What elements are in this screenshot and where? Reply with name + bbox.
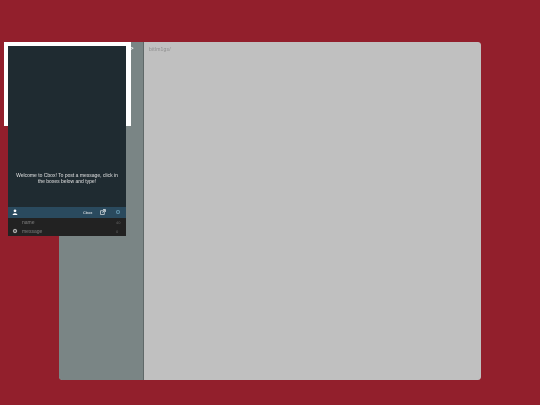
cbox-link[interactable]: Cbox — [83, 210, 92, 215]
message-char-count: 0 — [116, 229, 119, 234]
cbox-post-form: 40 0 — [8, 218, 126, 236]
message-input[interactable] — [22, 228, 118, 235]
gear-icon[interactable] — [12, 228, 18, 234]
cbox-widget: Welcome to Cbox! To post a message, clic… — [8, 46, 126, 236]
cbox-message-area[interactable]: Welcome to Cbox! To post a message, clic… — [8, 46, 126, 206]
status-dot-icon[interactable] — [116, 210, 120, 214]
cbox-toolbar: Cbox — [8, 207, 126, 218]
name-char-count: 40 — [116, 220, 121, 225]
url-text: bitlm1gs/ — [149, 47, 171, 53]
welcome-message: Welcome to Cbox! To post a message, clic… — [16, 173, 118, 185]
popout-icon[interactable] — [100, 209, 106, 215]
user-icon[interactable] — [12, 209, 18, 215]
name-input[interactable] — [22, 219, 118, 226]
